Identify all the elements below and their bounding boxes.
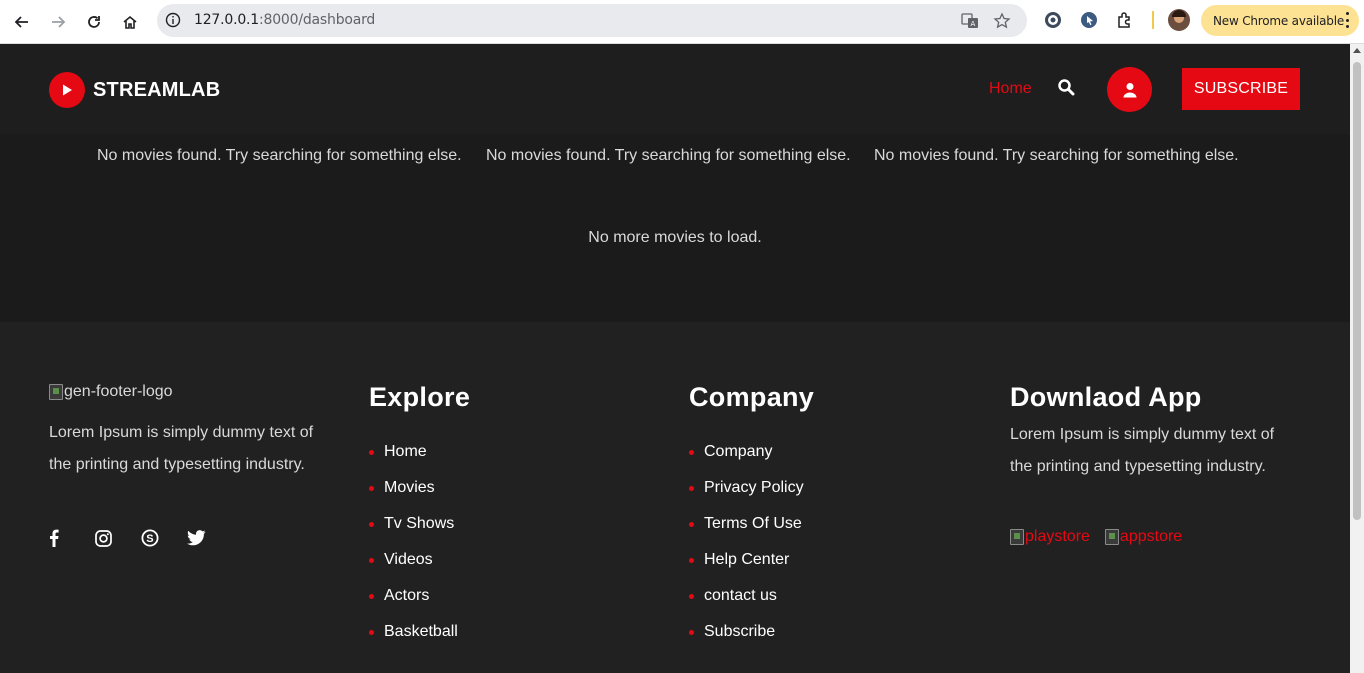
footer-link-basketball[interactable]: Basketball xyxy=(369,611,458,653)
page-scrollbar[interactable] xyxy=(1350,44,1364,673)
home-icon xyxy=(123,15,137,29)
forward-button[interactable] xyxy=(44,8,72,36)
chrome-update-button[interactable]: New Chrome available xyxy=(1201,5,1359,36)
back-button[interactable] xyxy=(8,8,36,36)
scroll-up-arrow-icon[interactable] xyxy=(1353,48,1361,53)
movies-content: No movies found. Try searching for somet… xyxy=(0,134,1350,322)
svg-text:A: A xyxy=(971,20,976,28)
empty-message: No movies found. Try searching for somet… xyxy=(97,147,462,164)
user-icon xyxy=(1123,82,1136,97)
brand-name: STREAMLAB xyxy=(93,78,221,101)
translate-icon[interactable]: A xyxy=(960,11,980,31)
company-heading: Company xyxy=(689,382,815,412)
empty-message: No movies found. Try searching for somet… xyxy=(874,147,1239,164)
appstore-badge[interactable]: appstore xyxy=(1104,528,1183,546)
site-header: STREAMLAB Home SUBSCRIBE xyxy=(0,44,1350,134)
chrome-update-label: New Chrome available xyxy=(1213,13,1345,28)
site-footer: gen-footer-logo Lorem Ipsum is simply du… xyxy=(0,322,1350,673)
page-viewport: STREAMLAB Home SUBSCRIBE No movies found… xyxy=(0,44,1350,673)
subscribe-button[interactable]: SUBSCRIBE xyxy=(1182,68,1300,110)
more-menu-icon[interactable] xyxy=(1345,12,1349,28)
company-links: Company Privacy Policy Terms Of Use Help… xyxy=(689,437,804,653)
reload-icon xyxy=(88,16,100,28)
no-more-movies-message: No more movies to load. xyxy=(588,229,762,246)
appstore-alt: appstore xyxy=(1119,528,1183,545)
extension-icon[interactable] xyxy=(1042,9,1064,31)
social-links: S xyxy=(49,526,233,550)
cursor-extension-icon[interactable] xyxy=(1078,9,1100,31)
app-store-badges: playstore appstore xyxy=(1010,528,1197,546)
extensions-puzzle-icon[interactable] xyxy=(1114,9,1136,31)
explore-links: Home Movies Tv Shows Videos Actors Baske… xyxy=(369,437,458,653)
brand-logo[interactable]: STREAMLAB xyxy=(49,72,220,108)
home-button[interactable] xyxy=(116,8,144,36)
explore-heading: Explore xyxy=(369,382,471,412)
twitter-icon[interactable] xyxy=(187,526,233,550)
skype-icon[interactable]: S xyxy=(141,526,187,550)
profile-avatar[interactable] xyxy=(1168,9,1190,31)
play-logo-icon xyxy=(49,72,85,108)
back-arrow-icon xyxy=(14,16,28,28)
browser-toolbar: 127.0.0.1:8000/dashboard A New Chrome av… xyxy=(0,0,1364,44)
nav-link-home[interactable]: Home xyxy=(989,80,1032,98)
site-info-icon[interactable] xyxy=(165,12,181,28)
search-icon[interactable] xyxy=(1057,78,1077,98)
url-path: :8000/dashboard xyxy=(259,12,376,28)
download-app-description: Lorem Ipsum is simply dummy text of the … xyxy=(1010,426,1275,475)
svg-text:S: S xyxy=(146,533,153,545)
playstore-alt: playstore xyxy=(1025,528,1090,545)
facebook-icon[interactable] xyxy=(49,526,95,550)
forward-arrow-icon xyxy=(52,16,66,28)
url-host: 127.0.0.1 xyxy=(194,12,259,28)
user-account-button[interactable] xyxy=(1107,67,1152,112)
instagram-icon[interactable] xyxy=(95,526,141,550)
empty-message: No movies found. Try searching for somet… xyxy=(486,147,851,164)
broken-image-icon xyxy=(1010,529,1024,545)
bookmark-star-icon[interactable] xyxy=(992,11,1012,31)
footer-logo-alt: gen-footer-logo xyxy=(64,383,173,400)
broken-image-icon xyxy=(49,384,63,400)
url-text[interactable]: 127.0.0.1:8000/dashboard xyxy=(194,12,375,28)
reload-button[interactable] xyxy=(80,8,108,36)
download-app-heading: Downlaod App xyxy=(1010,382,1202,412)
broken-image-icon xyxy=(1104,529,1119,545)
toolbar-divider xyxy=(1152,11,1154,29)
footer-link-subscribe[interactable]: Subscribe xyxy=(689,611,804,653)
footer-description: Lorem Ipsum is simply dummy text of the … xyxy=(49,424,314,473)
scroll-thumb[interactable] xyxy=(1353,62,1361,520)
footer-logo[interactable]: gen-footer-logo xyxy=(49,382,173,402)
playstore-badge[interactable]: playstore xyxy=(1010,528,1090,546)
address-bar[interactable]: 127.0.0.1:8000/dashboard A xyxy=(157,4,1027,37)
